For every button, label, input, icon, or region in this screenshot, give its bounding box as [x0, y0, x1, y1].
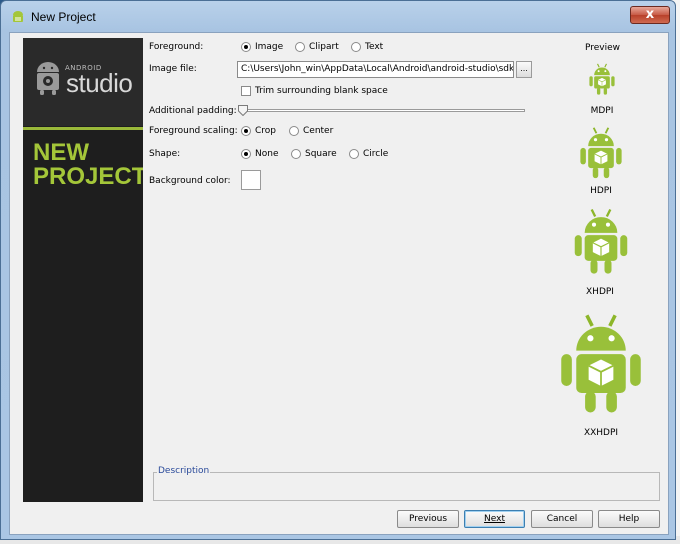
- brand-big-text: studio: [66, 68, 133, 98]
- new-project-window: New Project x ANDROID studio NEW PROJECT…: [0, 0, 676, 540]
- android-studio-logo-icon: [37, 62, 59, 95]
- preview-title: Preview: [585, 43, 621, 53]
- image-file-label: Image file:: [149, 64, 197, 74]
- android-app-icon: [13, 11, 23, 22]
- android-preview-hdpi-icon: [580, 127, 622, 179]
- foreground-text-radio[interactable]: [351, 42, 361, 52]
- foreground-image-radio[interactable]: [241, 42, 251, 52]
- browse-button[interactable]: ...: [516, 61, 532, 78]
- help-button[interactable]: Help: [598, 510, 660, 528]
- hdpi-label: HDPI: [590, 186, 612, 196]
- image-file-input[interactable]: C:\Users\John_win\AppData\Local\Android\…: [237, 61, 514, 78]
- mdpi-label: MDPI: [590, 106, 614, 116]
- shape-none-radio[interactable]: [241, 149, 251, 159]
- android-preview-xxhdpi-icon: [561, 314, 641, 413]
- foreground-clipart-radio[interactable]: [295, 42, 305, 52]
- foreground-label: Foreground:: [149, 42, 204, 52]
- padding-slider-thumb[interactable]: [238, 105, 248, 116]
- foreground-clipart-label[interactable]: Clipart: [309, 42, 339, 52]
- trim-checkbox[interactable]: [241, 86, 251, 96]
- shape-circle-radio[interactable]: [349, 149, 359, 159]
- close-button[interactable]: x: [630, 6, 670, 24]
- scaling-center-label[interactable]: Center: [303, 126, 333, 136]
- next-button-label: Next: [484, 514, 505, 524]
- sidebar-accent-line: [23, 127, 143, 130]
- scaling-center-radio[interactable]: [289, 126, 299, 136]
- shape-square-label[interactable]: Square: [305, 149, 337, 159]
- sidebar-banner: ANDROID studio NEW PROJECT: [23, 38, 143, 502]
- background-color-swatch[interactable]: [241, 170, 261, 190]
- padding-label: Additional padding:: [149, 106, 237, 116]
- studio-header: ANDROID studio: [23, 38, 143, 126]
- foreground-text-label[interactable]: Text: [365, 42, 383, 52]
- close-icon: x: [645, 7, 655, 22]
- shape-label: Shape:: [149, 149, 181, 159]
- description-label: Description: [157, 466, 211, 476]
- android-preview-mdpi-icon: [589, 63, 615, 95]
- shape-square-radio[interactable]: [291, 149, 301, 159]
- scaling-crop-label[interactable]: Crop: [255, 126, 276, 136]
- cancel-button[interactable]: Cancel: [531, 510, 593, 528]
- xhdpi-label: XHDPI: [586, 287, 614, 297]
- next-button[interactable]: Next: [464, 510, 525, 528]
- android-preview-xhdpi-icon: [574, 208, 628, 274]
- scaling-label: Foreground scaling:: [149, 126, 238, 136]
- title-bar[interactable]: New Project x: [1, 1, 675, 33]
- window-title: New Project: [31, 10, 96, 24]
- trim-label[interactable]: Trim surrounding blank space: [255, 86, 388, 96]
- description-panel: [153, 472, 660, 501]
- padding-slider-track[interactable]: [239, 109, 525, 112]
- background-color-label: Background color:: [149, 176, 231, 186]
- previous-button[interactable]: Previous: [397, 510, 459, 528]
- dialog-body: ANDROID studio NEW PROJECT Foreground: I…: [9, 32, 669, 535]
- scaling-crop-radio[interactable]: [241, 126, 251, 136]
- new-project-heading-line1: NEW: [33, 139, 89, 166]
- shape-circle-label[interactable]: Circle: [363, 149, 388, 159]
- new-project-heading-line2: PROJECT: [33, 163, 143, 190]
- shape-none-label[interactable]: None: [255, 149, 278, 159]
- foreground-image-label[interactable]: Image: [255, 42, 283, 52]
- xxhdpi-label: XXHDPI: [583, 428, 619, 438]
